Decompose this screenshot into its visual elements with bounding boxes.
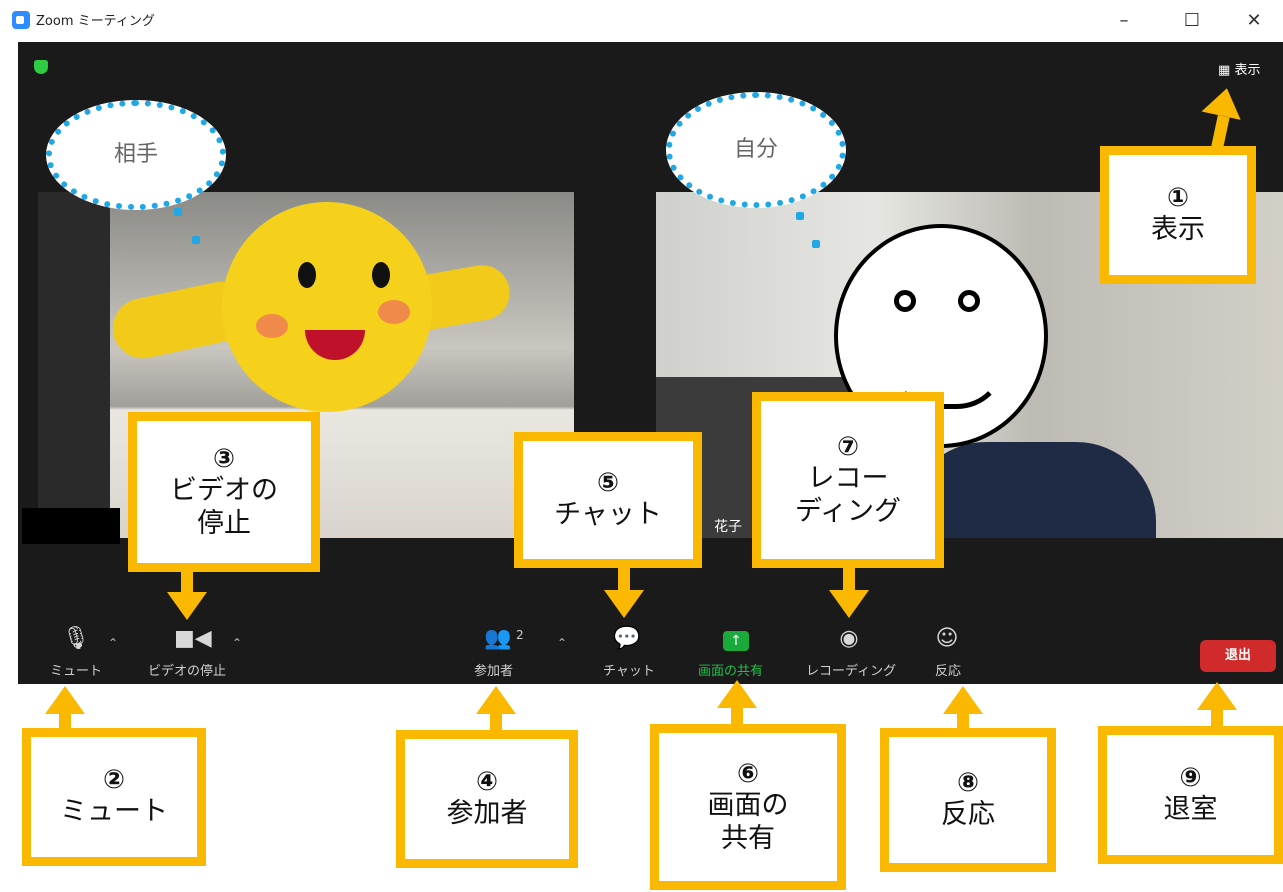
record-icon[interactable]: ◉ [836,626,862,651]
annotation-text: ミュート [60,796,168,828]
bubble-other-tail-dot [192,236,200,244]
bubble-self: 自分 [666,92,846,208]
participants-icon[interactable]: 👥 [482,626,514,651]
participants-button-label[interactable]: 参加者 [474,660,513,679]
mute-button-label[interactable]: ミュート [50,660,102,679]
name-redaction-block [22,508,120,544]
participants-count: 2 [516,628,524,642]
video-options-chevron-icon[interactable]: ⌃ [232,636,242,650]
plush-eye-left [298,262,316,288]
annotation-number: ② [102,765,125,796]
reaction-smiley-icon[interactable]: ☺ [934,626,960,651]
arrow-7-head [829,590,869,618]
bubble-self-tail-dot [812,240,820,248]
plush-cheek-left [256,314,288,338]
arrow-3-head [167,592,207,620]
arrow-6-head [717,680,757,708]
annotation-text: 退室 [1163,794,1218,826]
arrow-7-shaft [843,566,855,592]
annotation-text: 停止 [197,507,251,539]
annotation-text: ビデオの [170,475,278,507]
bubble-other-tail-dot [174,208,182,216]
plush-cheek-right [378,300,410,324]
arrow-9-head [1197,682,1237,710]
annotation-6-share-screen: ⑥ 画面の 共有 [650,724,846,890]
zoom-app-icon [12,11,30,29]
annotation-9-leave: ⑨ 退室 [1098,726,1283,864]
annotation-5-chat: ⑤ チャット [514,432,702,568]
participants-options-chevron-icon[interactable]: ⌃ [557,636,567,650]
maximize-button[interactable]: ☐ [1172,6,1212,36]
annotation-text: レコー [807,463,889,495]
plush-eye-right [372,262,390,288]
grid-icon: ▦ [1218,63,1231,78]
arrow-4-head [476,686,516,714]
close-button[interactable]: ✕ [1234,6,1274,36]
chat-icon[interactable]: 💬 [613,626,640,651]
leave-meeting-button[interactable]: 退出 [1200,640,1276,672]
title-bar [0,0,1283,42]
share-screen-button-label[interactable]: 画面の共有 [698,660,763,679]
annotation-text: チャット [554,499,662,531]
annotation-7-recording: ⑦ レコー ディング [752,392,944,568]
annotation-number: ④ [475,767,498,798]
view-button[interactable]: ▦ 表示 [1218,59,1260,78]
arrow-5-head [604,590,644,618]
annotation-text: 反応 [941,799,995,831]
arrow-3-shaft [181,570,193,594]
self-name-tag: 花子 [714,519,742,535]
annotation-number: ⑨ [1179,763,1202,794]
annotation-2-mute: ② ミュート [22,728,206,866]
record-button-label[interactable]: レコーディング [806,660,896,679]
annotation-number: ⑦ [836,432,859,463]
annotation-number: ① [1166,183,1189,214]
share-screen-icon[interactable]: ↑ [723,631,749,651]
annotation-1-view: ① 表示 [1100,146,1256,284]
microphone-icon[interactable]: 🎙 [62,626,90,651]
smiley-eye-right [958,290,980,312]
annotation-text: 共有 [721,822,775,854]
arrow-2-head [45,686,85,714]
annotation-text: 表示 [1151,214,1205,246]
annotation-8-reactions: ⑧ 反応 [880,728,1056,872]
annotation-text: 参加者 [446,798,528,830]
annotation-number: ③ [212,444,235,475]
annotation-3-video-stop: ③ ビデオの 停止 [128,412,320,572]
view-button-label: 表示 [1234,63,1261,78]
mute-options-chevron-icon[interactable]: ⌃ [108,636,118,650]
annotation-number: ⑧ [956,768,979,799]
chat-button-label[interactable]: チャット [603,660,655,679]
minimize-button[interactable]: – [1104,6,1144,36]
annotation-4-participants: ④ 参加者 [396,730,578,868]
security-shield-icon[interactable] [34,60,48,74]
bubble-self-tail-dot [796,212,804,220]
video-stop-button-label[interactable]: ビデオの停止 [148,660,226,679]
bubble-other: 相手 [46,100,226,210]
annotation-text: 画面の [707,790,789,822]
annotation-text: ディング [794,495,902,527]
annotation-number: ⑤ [596,468,619,499]
arrow-5-shaft [618,566,630,592]
video-camera-icon[interactable]: ■◀ [174,626,212,651]
arrow-8-head [943,686,983,714]
smiley-eye-left [894,290,916,312]
reactions-button-label[interactable]: 反応 [935,660,961,679]
window-title: Zoom ミーティング [36,14,155,29]
annotation-number: ⑥ [736,759,759,790]
